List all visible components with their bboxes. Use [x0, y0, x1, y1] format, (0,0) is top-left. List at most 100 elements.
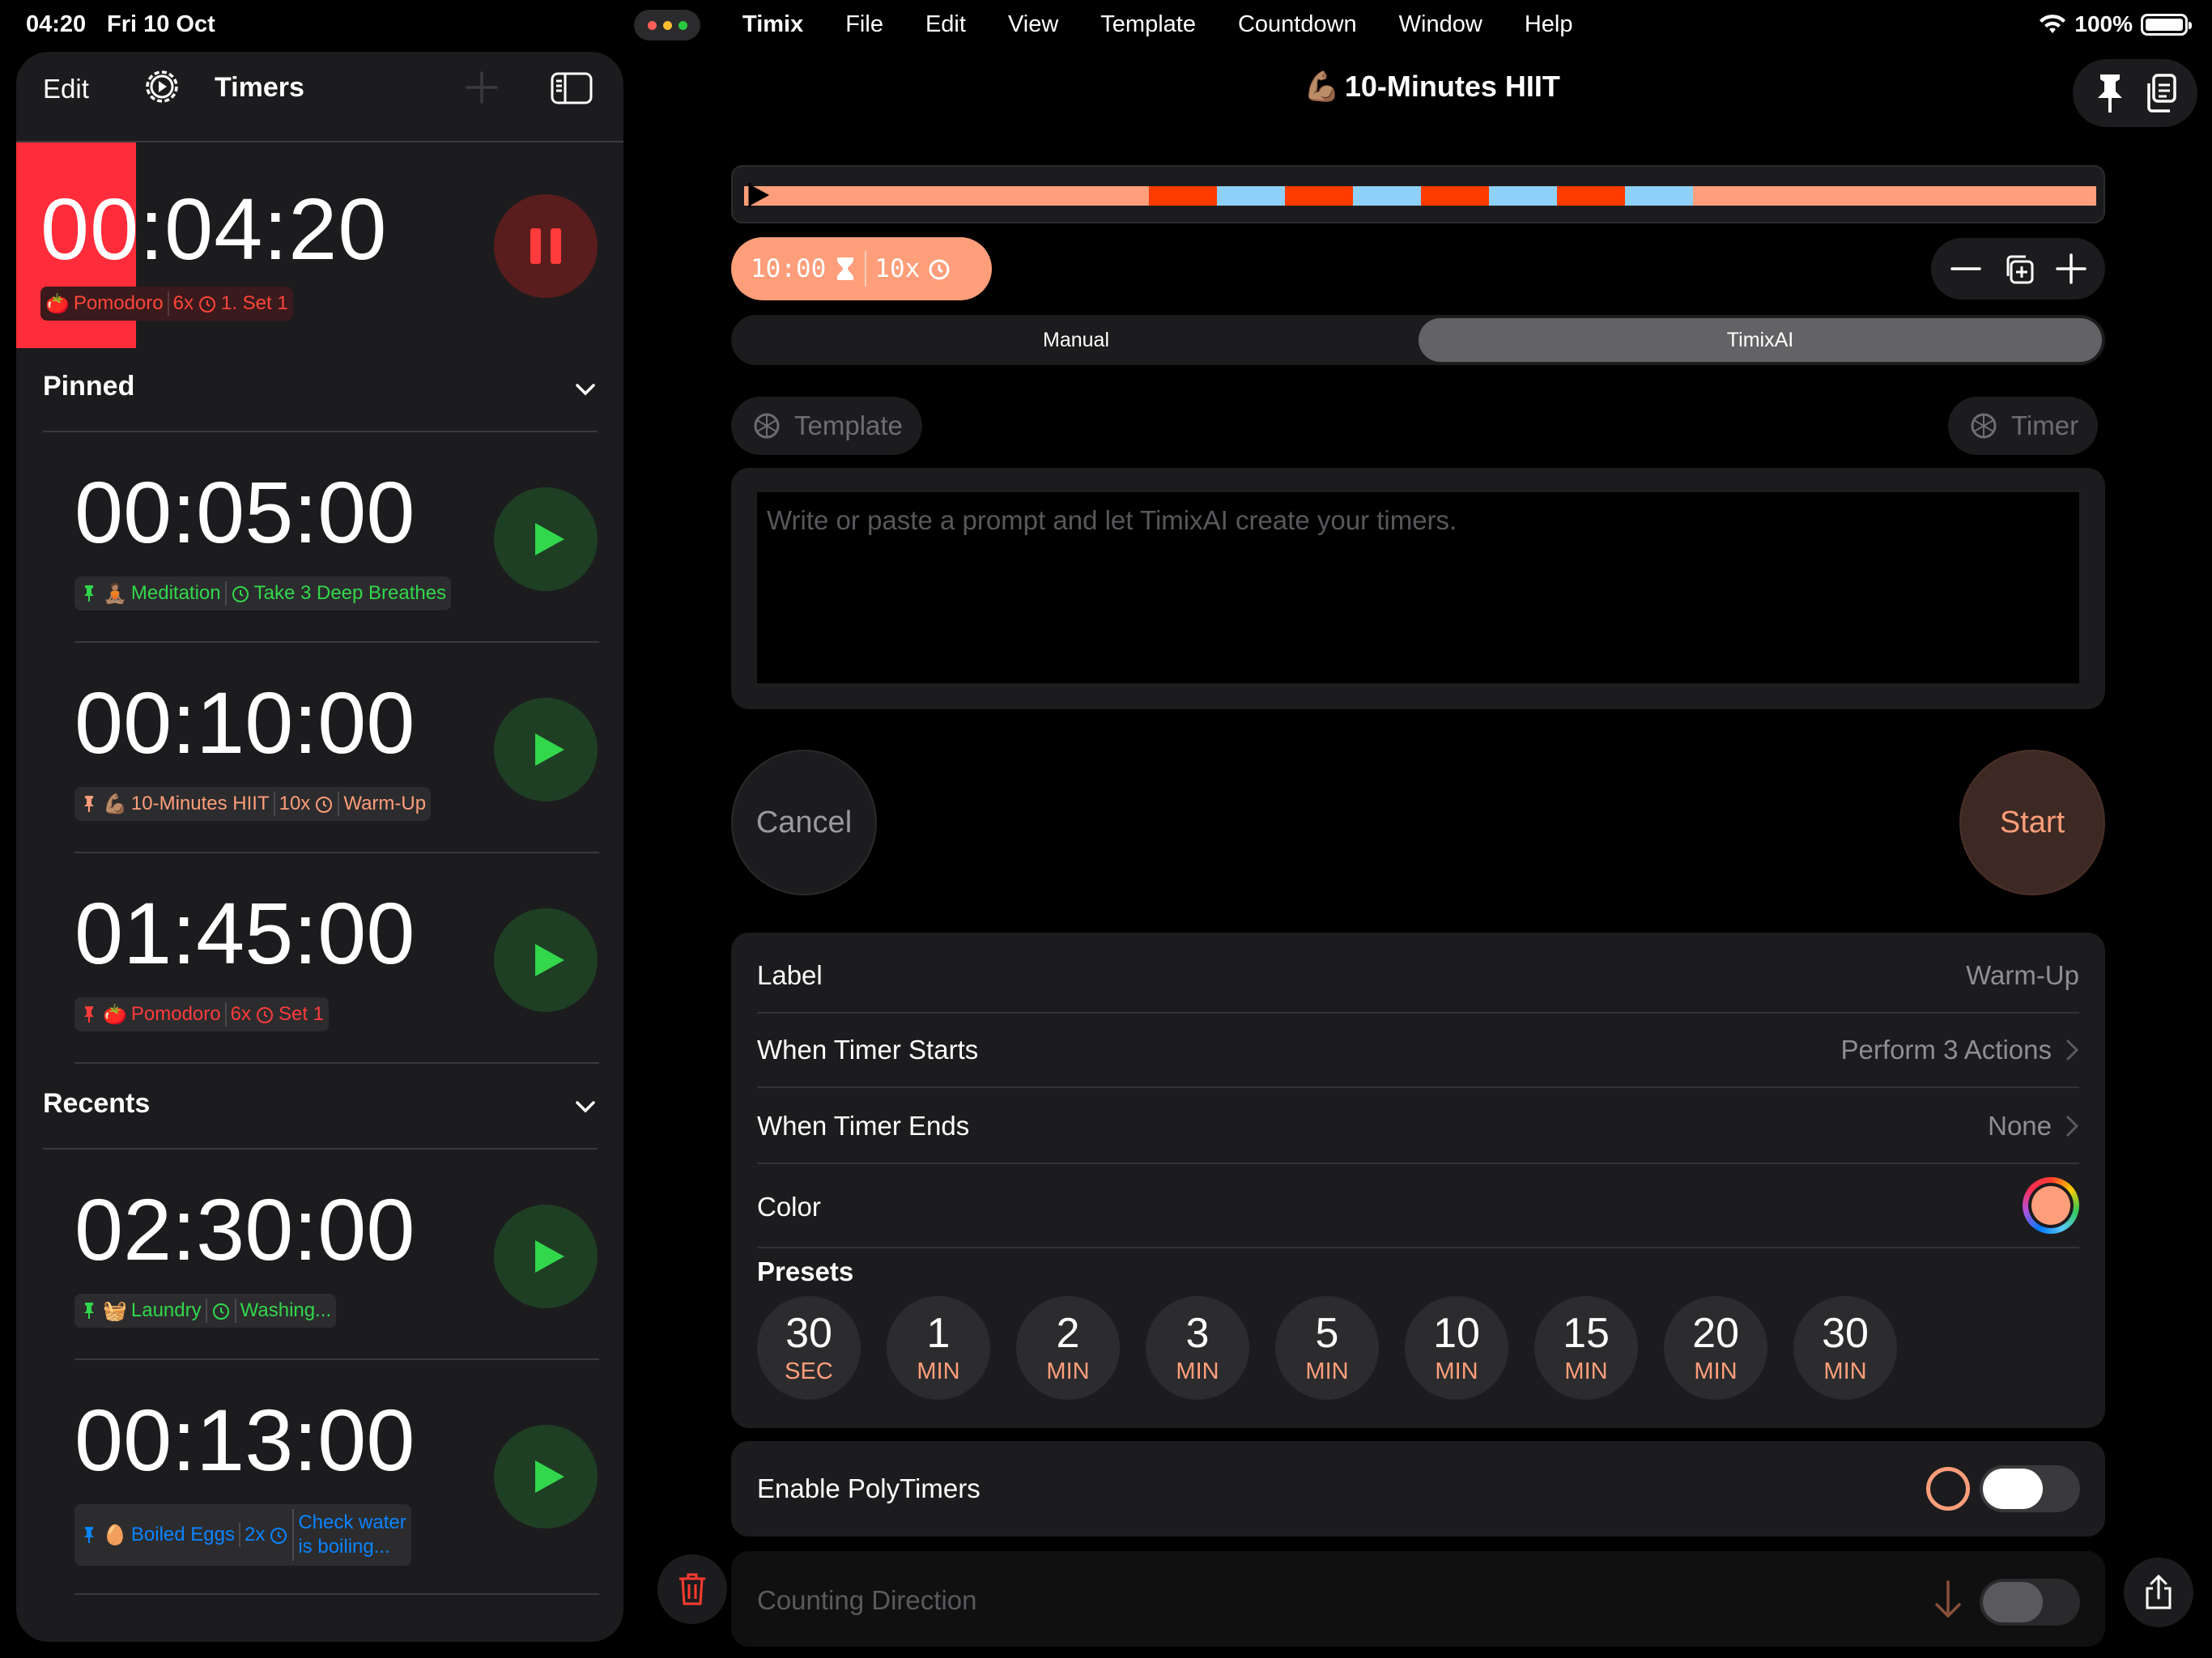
duration-pill[interactable]: 10:00 10x	[731, 237, 992, 300]
pinned-header[interactable]: Pinned	[43, 346, 598, 432]
template-button[interactable]: Template	[731, 397, 922, 455]
menu-template[interactable]: Template	[1100, 11, 1196, 38]
minus-icon[interactable]	[1949, 252, 1983, 286]
menu-countdown[interactable]: Countdown	[1238, 11, 1357, 38]
pin-icon	[84, 796, 94, 812]
total-duration: 10:00	[751, 254, 827, 283]
menu-bar: 04:20 Fri 10 Oct Timix File Edit View Te…	[0, 0, 2212, 52]
menu-file[interactable]: File	[845, 11, 883, 38]
preset-unit: MIN	[1823, 1358, 1867, 1384]
menu-help[interactable]: Help	[1525, 11, 1573, 38]
label-row[interactable]: Label Warm-Up	[757, 933, 2079, 1014]
timeline-bar[interactable]	[731, 165, 2105, 223]
timer-row[interactable]: 01:45:00 🍅 Pomodoro 6x Set 1	[74, 853, 599, 1064]
clock-icon	[198, 296, 215, 312]
timer-step: Check water is boiling...	[298, 1511, 406, 1559]
preset-button[interactable]: 5 MIN	[1275, 1296, 1379, 1400]
timer-ends-row[interactable]: When Timer Ends None	[757, 1088, 2079, 1164]
pin-icon	[84, 1006, 94, 1022]
timer-button[interactable]: Timer	[1948, 397, 2099, 455]
preset-button[interactable]: 20 MIN	[1664, 1296, 1767, 1400]
copy-icon[interactable]	[2142, 72, 2180, 114]
plus-icon[interactable]	[2054, 252, 2088, 286]
running-chip: 🍅 Pomodoro 6x 1. Set 1	[40, 287, 293, 321]
chevron-down-icon[interactable]	[573, 377, 598, 402]
presets-title: Presets	[757, 1256, 854, 1286]
timer-starts-row[interactable]: When Timer Starts Perform 3 Actions	[757, 1014, 2079, 1088]
preset-unit: MIN	[1176, 1358, 1219, 1384]
timer-step: Take 3 Deep Breathes	[253, 582, 447, 604]
start-button[interactable]: Start	[1959, 750, 2105, 895]
segment-manual[interactable]: Manual	[734, 318, 1418, 362]
preset-button[interactable]: 10 MIN	[1405, 1296, 1508, 1400]
timer-row[interactable]: 00:05:00 🧘🏽 Meditation Take 3 Deep Breat…	[74, 432, 599, 643]
color-title: Color	[757, 1192, 821, 1222]
playhead-icon[interactable]	[747, 183, 770, 207]
prompt-input[interactable]	[757, 492, 2079, 683]
preset-unit: MIN	[1305, 1358, 1349, 1384]
preset-number: 5	[1315, 1309, 1339, 1357]
edit-button[interactable]: Edit	[43, 74, 89, 104]
timer-emoji: 🍅	[45, 292, 70, 315]
timer-row[interactable]: 00:13:00 🥚 Boiled Eggs 2x Check water is…	[74, 1360, 599, 1595]
zoom-dot-icon[interactable]	[678, 20, 687, 30]
share-button[interactable]	[2124, 1558, 2193, 1627]
color-well[interactable]	[2023, 1177, 2079, 1234]
play-button[interactable]	[494, 698, 598, 801]
preset-button[interactable]: 1 MIN	[887, 1296, 990, 1400]
running-timer[interactable]: 00:04:20 🍅 Pomodoro 6x 1. Set 1	[16, 141, 623, 348]
menu-window[interactable]: Window	[1399, 11, 1482, 38]
sidebar-toggle-icon[interactable]	[551, 72, 593, 104]
menu-app[interactable]: Timix	[742, 11, 803, 38]
preset-button[interactable]: 15 MIN	[1534, 1296, 1638, 1400]
pin-icon	[84, 1303, 94, 1319]
timer-row[interactable]: 02:30:00 🧺 Laundry Washing...	[74, 1150, 599, 1360]
preset-number: 15	[1563, 1309, 1610, 1357]
starts-value-text: Perform 3 Actions	[1840, 1035, 2052, 1065]
menu-edit[interactable]: Edit	[925, 11, 966, 38]
polytimers-toggle[interactable]	[1980, 1465, 2080, 1512]
preset-unit: MIN	[1046, 1358, 1090, 1384]
label-title: Label	[757, 960, 823, 990]
color-row[interactable]: Color	[757, 1164, 2079, 1248]
clock-icon	[929, 259, 950, 280]
pin-icon[interactable]	[2091, 72, 2129, 114]
timer-chip: 💪🏽 10-Minutes HIIT 10x Warm-Up	[74, 787, 432, 821]
play-button[interactable]	[494, 487, 598, 591]
polytimers-label: Enable PolyTimers	[757, 1473, 981, 1503]
gear-icon[interactable]	[142, 66, 182, 107]
timer-emoji: 🧺	[103, 1299, 127, 1322]
pinned-title: Pinned	[43, 371, 135, 402]
polytimer-ring-icon	[1926, 1467, 1970, 1511]
preset-button[interactable]: 30 MIN	[1793, 1296, 1897, 1400]
timer-row[interactable]: 00:10:00 💪🏽 10-Minutes HIIT 10x Warm-Up	[74, 643, 599, 853]
preset-button[interactable]: 30 SEC	[757, 1296, 861, 1400]
label-value[interactable]: Warm-Up	[1966, 960, 2079, 991]
play-button[interactable]	[494, 908, 598, 1012]
preset-button[interactable]: 3 MIN	[1146, 1296, 1249, 1400]
delete-button[interactable]	[657, 1554, 727, 1624]
add-icon[interactable]	[464, 70, 500, 105]
play-icon	[535, 944, 564, 976]
play-button[interactable]	[494, 1205, 598, 1308]
chevron-down-icon[interactable]	[573, 1095, 598, 1119]
counting-toggle[interactable]	[1980, 1579, 2080, 1626]
pause-button[interactable]	[494, 194, 598, 298]
timer-chip: 🧺 Laundry Washing...	[74, 1294, 337, 1328]
window-controls[interactable]	[634, 10, 700, 40]
preset-number: 1	[926, 1309, 951, 1357]
segment-timixai[interactable]: TimixAI	[1419, 318, 2102, 362]
preset-number: 30	[1822, 1309, 1869, 1357]
sidebar-title: Timers	[215, 72, 304, 103]
minimize-dot-icon[interactable]	[662, 20, 672, 30]
timer-emoji: 🥚	[103, 1524, 127, 1546]
mode-segmented-control: Manual TimixAI	[731, 315, 2105, 365]
preset-button[interactable]: 2 MIN	[1016, 1296, 1120, 1400]
play-button[interactable]	[494, 1425, 598, 1528]
cancel-button[interactable]: Cancel	[731, 750, 877, 895]
duplicate-icon[interactable]	[2001, 252, 2035, 286]
chevron-right-icon	[2065, 1039, 2079, 1061]
menu-view[interactable]: View	[1008, 11, 1058, 38]
recents-header[interactable]: Recents	[43, 1064, 598, 1150]
close-dot-icon[interactable]	[647, 20, 657, 30]
